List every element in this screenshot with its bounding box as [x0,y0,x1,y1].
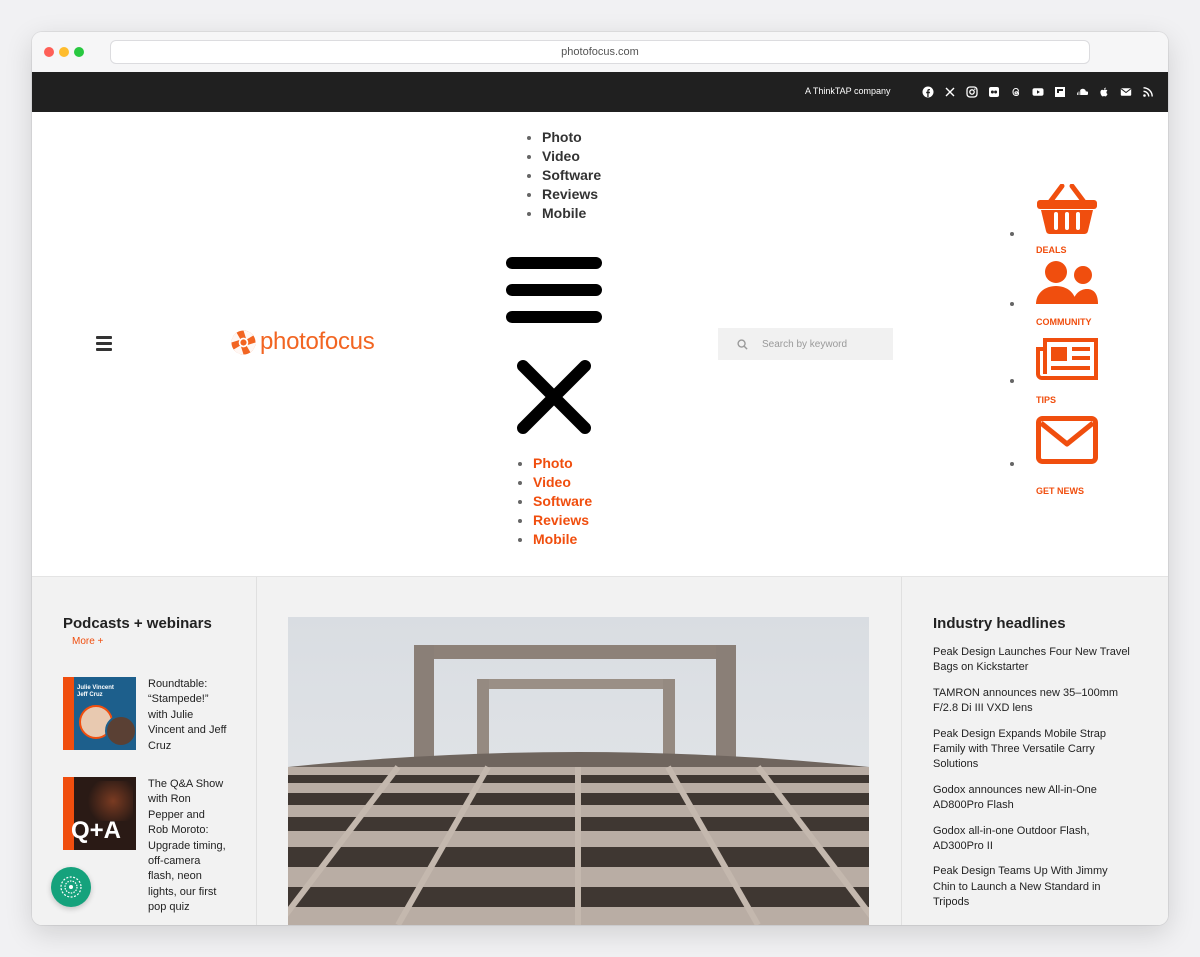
mobile-nav-item-photo[interactable]: Photo [533,454,592,473]
newspaper-icon [1036,338,1098,380]
featured-photo[interactable] [288,617,869,925]
mobile-nav-item-video[interactable]: Video [533,473,592,492]
company-tagline[interactable]: A ThinkTAP company [805,86,891,96]
headlines-sidebar: Industry headlines Peak Design Launches … [901,577,1168,925]
menu-toggle-icon[interactable] [96,336,112,354]
podcast-thumbnail[interactable]: Q+A [63,777,136,850]
mobile-nav-item-reviews[interactable]: Reviews [533,511,592,530]
list-bullet [1010,462,1014,466]
headline-link[interactable]: Godox all-in-one Outdoor Flash, AD300Pro… [933,824,1133,855]
nav-item-photo[interactable]: Photo [542,128,601,147]
thumbnail-caption: Julie Vincent Jeff Cruz [77,685,133,699]
accessibility-badge-icon[interactable] [51,867,91,907]
quick-link-label: COMMUNITY [1036,317,1092,327]
podcasts-sidebar: Podcasts + webinars More + Julie Vincent… [32,577,257,925]
quick-link-tips[interactable]: TIPS [1010,337,1098,405]
list-bullet [1010,232,1014,236]
podcasts-heading: Podcasts + webinars [63,615,212,632]
primary-nav: Photo Video Software Reviews Mobile [520,128,601,223]
flipboard-icon[interactable] [1054,86,1067,98]
thumbnail-name-2: Jeff Cruz [77,692,103,698]
quick-link-get-news[interactable]: GET NEWS [1010,416,1098,496]
users-icon [1036,261,1098,304]
podcast-title[interactable]: Roundtable: “Stampede!” with Julie Vince… [148,677,228,754]
mobile-menu-close-icon[interactable] [515,358,593,441]
podcast-item[interactable]: Julie Vincent Jeff Cruz Roundtable: “Sta… [63,677,228,754]
window-maximize-button[interactable] [74,47,84,57]
youtube-icon[interactable] [1032,86,1045,98]
nav-item-software[interactable]: Software [542,166,601,185]
headline-link[interactable]: TAMRON announces new 35–100mm F/2.8 Di I… [933,686,1133,717]
site-header: photofocus Photo Video Software Reviews … [32,112,1168,577]
thumbnail-caption: Q+A [71,817,122,844]
podcast-thumbnail[interactable]: Julie Vincent Jeff Cruz [63,677,136,750]
search-input[interactable] [760,337,884,351]
quick-link-label: TIPS [1036,395,1057,405]
quick-link-deals[interactable]: DEALS [1010,183,1098,255]
headline-link[interactable]: Godox announces new All-in-One AD800Pro … [933,783,1133,814]
thumbnail-name-1: Julie Vincent [77,685,114,691]
flickr-icon[interactable] [988,86,1001,98]
mobile-menu-open-icon[interactable] [505,256,603,329]
headline-link[interactable]: Peak Design Teams Up With Jimmy Chin to … [933,864,1133,910]
email-icon[interactable] [1120,86,1133,98]
browser-chrome: photofocus.com [32,32,1168,72]
basket-icon [1037,183,1097,235]
headline-link[interactable]: Peak Design Launches Four New Travel Bag… [933,645,1133,676]
site-logo[interactable]: photofocus [230,328,375,356]
logo-text: photofocus [260,328,375,355]
x-icon[interactable] [944,86,957,98]
search-box [718,328,893,360]
mobile-nav: Photo Video Software Reviews Mobile [511,454,592,549]
address-bar[interactable]: photofocus.com [110,40,1090,64]
apple-icon[interactable] [1098,86,1111,98]
mobile-nav-item-software[interactable]: Software [533,492,592,511]
window-close-button[interactable] [44,47,54,57]
facebook-icon[interactable] [922,86,935,98]
quick-link-community[interactable]: COMMUNITY [1010,260,1098,327]
podcast-title[interactable]: The Q&A Show with Ron Pepper and Rob Mor… [148,777,228,916]
quick-link-label: GET NEWS [1036,486,1085,496]
browser-window: photofocus.com A ThinkTAP company photof… [32,32,1168,925]
social-links [922,86,1155,98]
headline-link[interactable]: Peak Design Expands Mobile Strap Family … [933,727,1133,773]
nav-item-mobile[interactable]: Mobile [542,204,601,223]
quick-link-label: DEALS [1036,245,1067,255]
rss-icon[interactable] [1142,86,1155,98]
list-bullet [1010,379,1014,383]
content-area: Podcasts + webinars More + Julie Vincent… [32,577,1168,925]
aperture-logo-icon [231,329,256,355]
threads-icon[interactable] [1010,86,1023,98]
headlines-heading: Industry headlines [933,615,1066,632]
list-bullet [1010,302,1014,306]
nav-item-reviews[interactable]: Reviews [542,185,601,204]
top-bar: A ThinkTAP company [32,72,1168,112]
search-icon[interactable] [737,338,748,350]
nav-item-video[interactable]: Video [542,147,601,166]
window-minimize-button[interactable] [59,47,69,57]
mobile-nav-item-mobile[interactable]: Mobile [533,530,592,549]
instagram-icon[interactable] [966,86,979,98]
podcasts-more-link[interactable]: More + [72,636,103,647]
envelope-icon [1036,416,1098,464]
headlines-list: Peak Design Launches Four New Travel Bag… [933,645,1133,921]
soundcloud-icon[interactable] [1076,86,1089,98]
